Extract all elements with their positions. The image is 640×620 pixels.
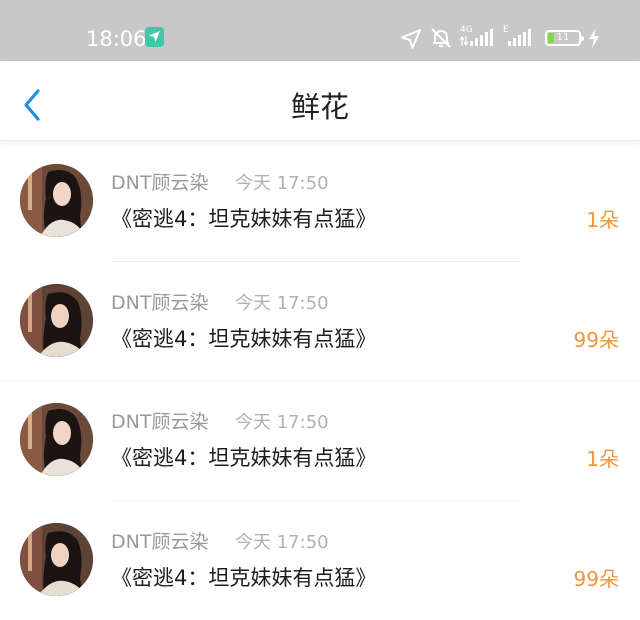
list-item[interactable]: DNT顾云染 今天 17:50 《密逃4：坦克妹妹有点猛》 1朵 <box>0 381 640 501</box>
flower-count: 1朵 <box>586 445 619 473</box>
flower-list: DNT顾云染 今天 17:50 《密逃4：坦克妹妹有点猛》 1朵 DNT顾云染 … <box>0 142 640 620</box>
location-arrow-icon <box>145 27 164 47</box>
timestamp: 今天 17:50 <box>235 292 329 316</box>
video-title: 《密逃4：坦克妹妹有点猛》 <box>111 563 376 593</box>
video-title: 《密逃4：坦克妹妹有点猛》 <box>111 324 376 354</box>
signal-icon-2 <box>508 29 531 46</box>
avatar[interactable] <box>20 523 93 596</box>
battery-level: 11 <box>547 32 579 44</box>
video-title: 《密逃4：坦克妹妹有点猛》 <box>111 443 376 473</box>
avatar[interactable] <box>20 284 93 357</box>
mute-bell-icon <box>429 26 453 50</box>
sender-name: DNT顾云染 <box>111 291 208 315</box>
avatar[interactable] <box>20 164 93 237</box>
charging-icon <box>588 28 600 48</box>
sender-name: DNT顾云染 <box>111 171 208 195</box>
video-title: 《密逃4：坦克妹妹有点猛》 <box>111 204 376 234</box>
status-time: 18:06 <box>86 26 147 52</box>
timestamp: 今天 17:50 <box>235 172 329 196</box>
battery-icon: 11 <box>545 30 581 46</box>
timestamp: 今天 17:50 <box>235 531 329 555</box>
signal-icon <box>470 29 493 46</box>
timestamp: 今天 17:50 <box>235 411 329 435</box>
sender-name: DNT顾云染 <box>111 530 208 554</box>
list-item[interactable]: DNT顾云染 今天 17:50 《密逃4：坦克妹妹有点猛》 99朵 <box>0 501 640 620</box>
data-arrows-icon <box>460 36 468 46</box>
list-item[interactable]: DNT顾云染 今天 17:50 《密逃4：坦克妹妹有点猛》 1朵 <box>0 142 640 262</box>
page-title: 鲜花 <box>0 89 640 125</box>
flower-count: 1朵 <box>586 206 619 234</box>
navigation-icon <box>400 28 422 50</box>
sender-name: DNT顾云染 <box>111 410 208 434</box>
avatar[interactable] <box>20 403 93 476</box>
header: 鲜花 <box>0 61 640 141</box>
flower-count: 99朵 <box>574 565 619 593</box>
flower-count: 99朵 <box>574 326 619 354</box>
list-item[interactable]: DNT顾云染 今天 17:50 《密逃4：坦克妹妹有点猛》 99朵 <box>0 262 640 382</box>
status-bar: 18:06 4G E 11 <box>0 0 640 61</box>
